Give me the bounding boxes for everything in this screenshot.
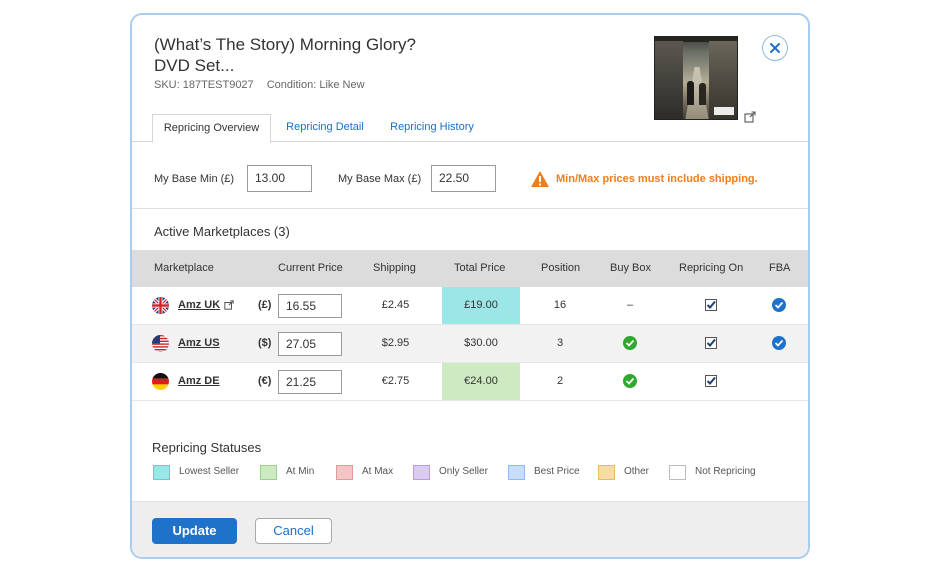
- fba-status: [749, 287, 808, 324]
- product-title-line1: (What’s The Story) Morning Glory?: [154, 35, 417, 54]
- currency-label: (€): [258, 375, 272, 387]
- fba-check-icon: [772, 298, 786, 313]
- col-shipping: Shipping: [373, 262, 416, 274]
- product-title: (What’s The Story) Morning Glory? DVD Se…: [154, 34, 454, 76]
- legend-label: Not Repricing: [695, 466, 756, 477]
- position-value: 2: [556, 375, 564, 387]
- legend-label: Lowest Seller: [179, 466, 240, 477]
- legend-swatch: [336, 465, 353, 480]
- total-price-value: $30.00: [464, 337, 498, 349]
- shipping-value: $2.95: [381, 337, 410, 349]
- legend-label: Other: [624, 466, 650, 477]
- external-link-icon[interactable]: [224, 300, 234, 310]
- modal-footer: Update Cancel: [132, 501, 808, 557]
- tab-bar: Repricing Overview Repricing Detail Repr…: [132, 114, 808, 143]
- cancel-button[interactable]: Cancel: [255, 518, 332, 544]
- base-max-input[interactable]: 22.50: [431, 165, 496, 192]
- base-min-label: My Base Min (£): [154, 173, 235, 185]
- legend-label: Best Price: [534, 466, 580, 477]
- product-meta: SKU: 187TEST9027 Condition: Like New: [154, 79, 375, 91]
- position-value: 3: [556, 337, 564, 349]
- buy-box-check-icon: [623, 336, 637, 351]
- checkbox-checked-icon: [705, 299, 717, 312]
- update-button[interactable]: Update: [152, 518, 237, 544]
- product-sku: SKU: 187TEST9027: [154, 79, 254, 91]
- current-price-input[interactable]: 16.55: [278, 294, 342, 318]
- legend-swatch: [153, 465, 170, 480]
- currency-label: ($): [258, 337, 272, 349]
- table-row: Amz UK (£) 16.55 £2.45 £19.00 16 –: [132, 287, 808, 325]
- current-price-input[interactable]: 27.05: [278, 332, 342, 356]
- col-position: Position: [541, 262, 581, 274]
- table-row: Amz DE (€) 21.25 €2.75 €24.00 2: [132, 363, 808, 401]
- checkbox-checked-icon: [705, 375, 717, 388]
- buy-box-value: –: [626, 299, 634, 311]
- shipping-value: €2.75: [381, 375, 410, 387]
- fba-status: [749, 325, 808, 362]
- repricing-on-checkbox[interactable]: [681, 363, 741, 400]
- position-value: 16: [553, 299, 567, 311]
- tab-repricing-history[interactable]: Repricing History: [384, 114, 480, 142]
- total-price-value: £19.00: [442, 287, 520, 324]
- product-title-line2: DVD Set...: [154, 56, 235, 75]
- legend-label: At Max: [362, 466, 394, 477]
- modal-header: (What’s The Story) Morning Glory? DVD Se…: [132, 15, 808, 143]
- legend-label: Only Seller: [439, 466, 488, 477]
- legend-label: At Min: [286, 466, 315, 477]
- close-icon: [770, 43, 780, 53]
- legend-swatch: [598, 465, 615, 480]
- shipping-value: £2.45: [381, 299, 410, 311]
- us-flag-icon: [152, 335, 169, 352]
- shipping-warning: Min/Max prices must include shipping.: [556, 173, 758, 185]
- base-min-input[interactable]: 13.00: [247, 165, 312, 192]
- legend-swatch: [508, 465, 525, 480]
- active-marketplaces-title: Active Marketplaces (3): [154, 224, 290, 239]
- uk-flag-icon: [152, 297, 169, 314]
- fba-check-icon: [772, 336, 786, 351]
- repricing-statuses-title: Repricing Statuses: [152, 440, 262, 455]
- album-cover-image[interactable]: [654, 36, 738, 120]
- legend-swatch: [413, 465, 430, 480]
- col-fba: FBA: [769, 262, 791, 274]
- tab-repricing-overview[interactable]: Repricing Overview: [152, 114, 271, 143]
- repricing-on-checkbox[interactable]: [681, 325, 741, 362]
- marketplace-link-amz-de[interactable]: Amz DE: [178, 363, 220, 400]
- legend-swatch: [260, 465, 277, 480]
- buy-box-check-icon: [623, 374, 637, 389]
- buy-box-status: [600, 363, 660, 400]
- table-header: Marketplace Current Price Shipping Total…: [132, 250, 808, 287]
- base-price-row: My Base Min (£) 13.00 My Base Max (£) 22…: [132, 142, 808, 209]
- repricing-modal: (What’s The Story) Morning Glory? DVD Se…: [130, 13, 810, 559]
- product-condition: Condition: Like New: [266, 79, 365, 91]
- col-repricing-on: Repricing On: [679, 262, 744, 274]
- current-price-input[interactable]: 21.25: [278, 370, 342, 394]
- warning-icon: [531, 171, 549, 187]
- marketplace-link-amz-uk[interactable]: Amz UK: [178, 287, 220, 324]
- col-marketplace: Marketplace: [154, 262, 214, 274]
- base-max-label: My Base Max (£): [338, 173, 422, 185]
- checkbox-checked-icon: [705, 337, 717, 350]
- total-price-value: €24.00: [442, 363, 520, 400]
- col-current-price: Current Price: [278, 262, 343, 274]
- repricing-on-checkbox[interactable]: [681, 287, 741, 324]
- marketplace-link-amz-us[interactable]: Amz US: [178, 325, 220, 362]
- col-buy-box: Buy Box: [610, 262, 651, 274]
- table-row: Amz US ($) 27.05 $2.95 $30.00 3: [132, 325, 808, 363]
- tab-repricing-detail[interactable]: Repricing Detail: [280, 114, 370, 142]
- buy-box-status: [600, 325, 660, 362]
- de-flag-icon: [152, 373, 169, 390]
- close-button[interactable]: [762, 35, 788, 61]
- currency-label: (£): [258, 299, 272, 311]
- col-total-price: Total Price: [454, 262, 506, 274]
- legend-swatch: [669, 465, 686, 480]
